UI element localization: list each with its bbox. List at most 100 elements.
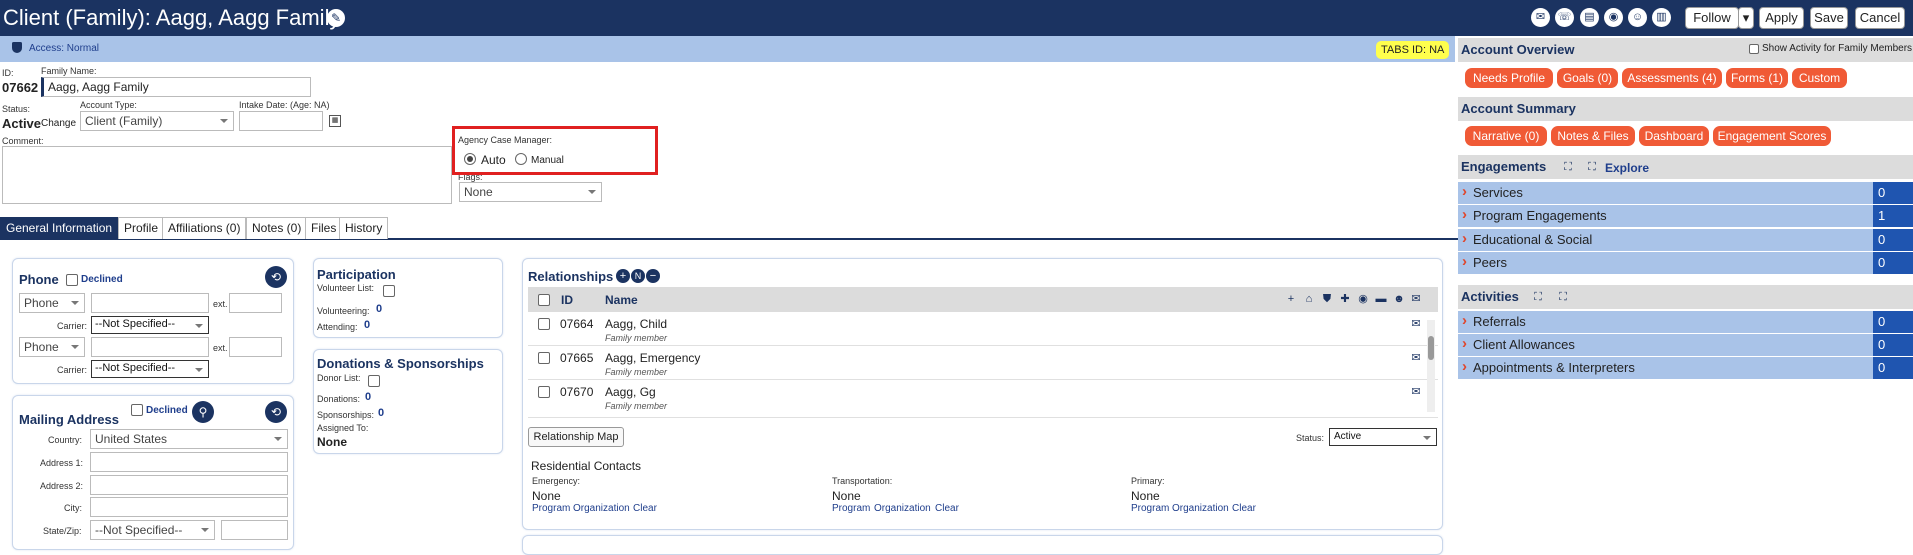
activity-count-appointments[interactable]: 0: [1873, 357, 1913, 379]
collapse-icon[interactable]: ⛶: [1557, 291, 1569, 303]
activity-row-referrals[interactable]: Referrals: [1458, 310, 1873, 333]
donations-count[interactable]: 0: [365, 391, 371, 403]
mail-icon[interactable]: ✉: [1410, 293, 1422, 305]
phone-type-select-1[interactable]: Phone: [19, 293, 85, 313]
vehicle-icon[interactable]: ▬: [1375, 293, 1387, 305]
follow-button[interactable]: Follow: [1685, 7, 1739, 29]
tab-notes[interactable]: Notes (0): [246, 217, 308, 239]
phone-number-input-2[interactable]: [91, 337, 209, 357]
volunteering-count[interactable]: 0: [376, 303, 382, 315]
address2-input[interactable]: [90, 475, 288, 495]
flags-select[interactable]: None: [459, 182, 602, 202]
ext-input-1[interactable]: [229, 293, 282, 313]
phone-declined-checkbox[interactable]: [66, 274, 78, 286]
row-name[interactable]: Aagg, Gg: [605, 385, 656, 399]
expand-icon[interactable]: ⛶: [1532, 291, 1544, 303]
city-input[interactable]: [90, 497, 288, 517]
camera-icon[interactable]: ◉: [1604, 8, 1623, 27]
needs-profile-button[interactable]: Needs Profile: [1465, 68, 1553, 88]
engagement-row-program-engagements[interactable]: Program Engagements: [1458, 204, 1873, 227]
tab-affiliations[interactable]: Affiliations (0): [162, 217, 247, 239]
mail-icon[interactable]: ✉: [1410, 352, 1422, 364]
map-pin-icon[interactable]: ⚲: [192, 401, 214, 423]
expand-icon[interactable]: ⛶: [1562, 161, 1574, 173]
primary-organization-link[interactable]: Organization: [1172, 503, 1229, 514]
custom-button[interactable]: Custom: [1792, 68, 1847, 88]
col-name-header[interactable]: Name: [605, 293, 638, 307]
sponsorships-count[interactable]: 0: [378, 407, 384, 419]
emergency-organization-link[interactable]: Organization: [573, 503, 630, 514]
chart-icon[interactable]: ▥: [1652, 8, 1671, 27]
dashboard-button[interactable]: Dashboard: [1639, 126, 1709, 146]
table-row[interactable]: 07664 Aagg, Child Family member ✉: [528, 312, 1438, 346]
save-button[interactable]: Save: [1810, 7, 1848, 29]
engagement-row-peers[interactable]: Peers: [1458, 251, 1873, 274]
row-checkbox[interactable]: [538, 352, 550, 364]
country-select[interactable]: United States: [90, 429, 288, 449]
phone-type-select-2[interactable]: Phone: [19, 337, 85, 357]
access-level[interactable]: Access: Normal: [29, 43, 99, 54]
engagement-scores-button[interactable]: Engagement Scores: [1713, 126, 1831, 146]
narrative-button[interactable]: Narrative (0): [1465, 126, 1547, 146]
home-icon[interactable]: ⌂: [1303, 293, 1315, 305]
transportation-organization-link[interactable]: Organization: [874, 503, 931, 514]
activity-count-referrals[interactable]: 0: [1873, 311, 1913, 333]
show-activity-checkbox[interactable]: [1749, 44, 1759, 54]
engagement-count-services[interactable]: 0: [1873, 182, 1913, 204]
history-icon[interactable]: ⟲: [265, 266, 287, 288]
mail-icon[interactable]: ✉: [1410, 386, 1422, 398]
emergency-program-link[interactable]: Program: [532, 503, 570, 514]
person-icon[interactable]: ☻: [1393, 293, 1405, 305]
relationship-map-button[interactable]: Relationship Map: [528, 427, 624, 447]
primary-clear-link[interactable]: Clear: [1232, 503, 1256, 514]
col-id-header[interactable]: ID: [561, 293, 573, 307]
scrollbar[interactable]: [1427, 320, 1435, 412]
table-row[interactable]: 07665 Aagg, Emergency Family member ✉: [528, 346, 1438, 380]
select-all-checkbox[interactable]: [538, 294, 550, 306]
tab-general-information[interactable]: General Information: [0, 217, 119, 239]
explore-link[interactable]: Explore: [1605, 161, 1649, 175]
change-status-link[interactable]: Change: [41, 118, 76, 129]
add-icon[interactable]: +: [616, 269, 630, 283]
carrier-select-2[interactable]: --Not Specified--: [91, 360, 209, 378]
row-checkbox[interactable]: [538, 318, 550, 330]
address1-input[interactable]: [90, 452, 288, 472]
donor-list-checkbox[interactable]: [368, 375, 380, 387]
volunteer-list-checkbox[interactable]: [383, 285, 395, 297]
comment-textarea[interactable]: [2, 146, 452, 204]
medical-shield-icon[interactable]: ✚: [1339, 293, 1351, 305]
apply-button[interactable]: Apply: [1759, 7, 1804, 29]
mail-icon[interactable]: ✉: [1531, 8, 1550, 27]
calendar-icon[interactable]: ▦: [329, 115, 341, 127]
activity-count-client-allowances[interactable]: 0: [1873, 334, 1913, 356]
table-row[interactable]: 07670 Aagg, Gg Family member ✉: [528, 380, 1438, 418]
follow-dropdown-icon[interactable]: ▾: [1738, 7, 1754, 29]
shield-icon[interactable]: ⛊: [1321, 293, 1333, 305]
card-icon[interactable]: ▤: [1580, 8, 1599, 27]
person-icon[interactable]: ☺: [1628, 8, 1647, 27]
assessments-button[interactable]: Assessments (4): [1622, 68, 1722, 88]
phone-number-input-1[interactable]: [91, 293, 209, 313]
emergency-clear-link[interactable]: Clear: [633, 503, 657, 514]
tab-profile[interactable]: Profile: [118, 217, 165, 239]
account-type-select[interactable]: Client (Family): [80, 111, 234, 131]
engagement-count-program-engagements[interactable]: 1: [1873, 205, 1913, 227]
engagement-count-peers[interactable]: 0: [1873, 252, 1913, 274]
engagement-row-educational-social[interactable]: Educational & Social: [1458, 228, 1873, 251]
zip-input[interactable]: [221, 520, 288, 540]
transportation-clear-link[interactable]: Clear: [935, 503, 959, 514]
cancel-button[interactable]: Cancel: [1855, 7, 1905, 29]
transportation-program-link[interactable]: Program: [832, 503, 870, 514]
edit-icon[interactable]: ✎: [327, 9, 345, 27]
ext-input-2[interactable]: [229, 337, 282, 357]
state-select[interactable]: --Not Specified--: [90, 520, 215, 540]
camera-icon[interactable]: ◉: [1357, 293, 1369, 305]
forms-button[interactable]: Forms (1): [1726, 68, 1788, 88]
activity-row-client-allowances[interactable]: Client Allowances: [1458, 333, 1873, 356]
carrier-select-1[interactable]: --Not Specified--: [91, 316, 209, 334]
remove-icon[interactable]: −: [646, 269, 660, 283]
row-name[interactable]: Aagg, Emergency: [605, 351, 700, 365]
new-icon[interactable]: N: [631, 269, 645, 283]
activity-row-appointments[interactable]: Appointments & Interpreters: [1458, 356, 1873, 379]
tab-history[interactable]: History: [339, 217, 389, 239]
